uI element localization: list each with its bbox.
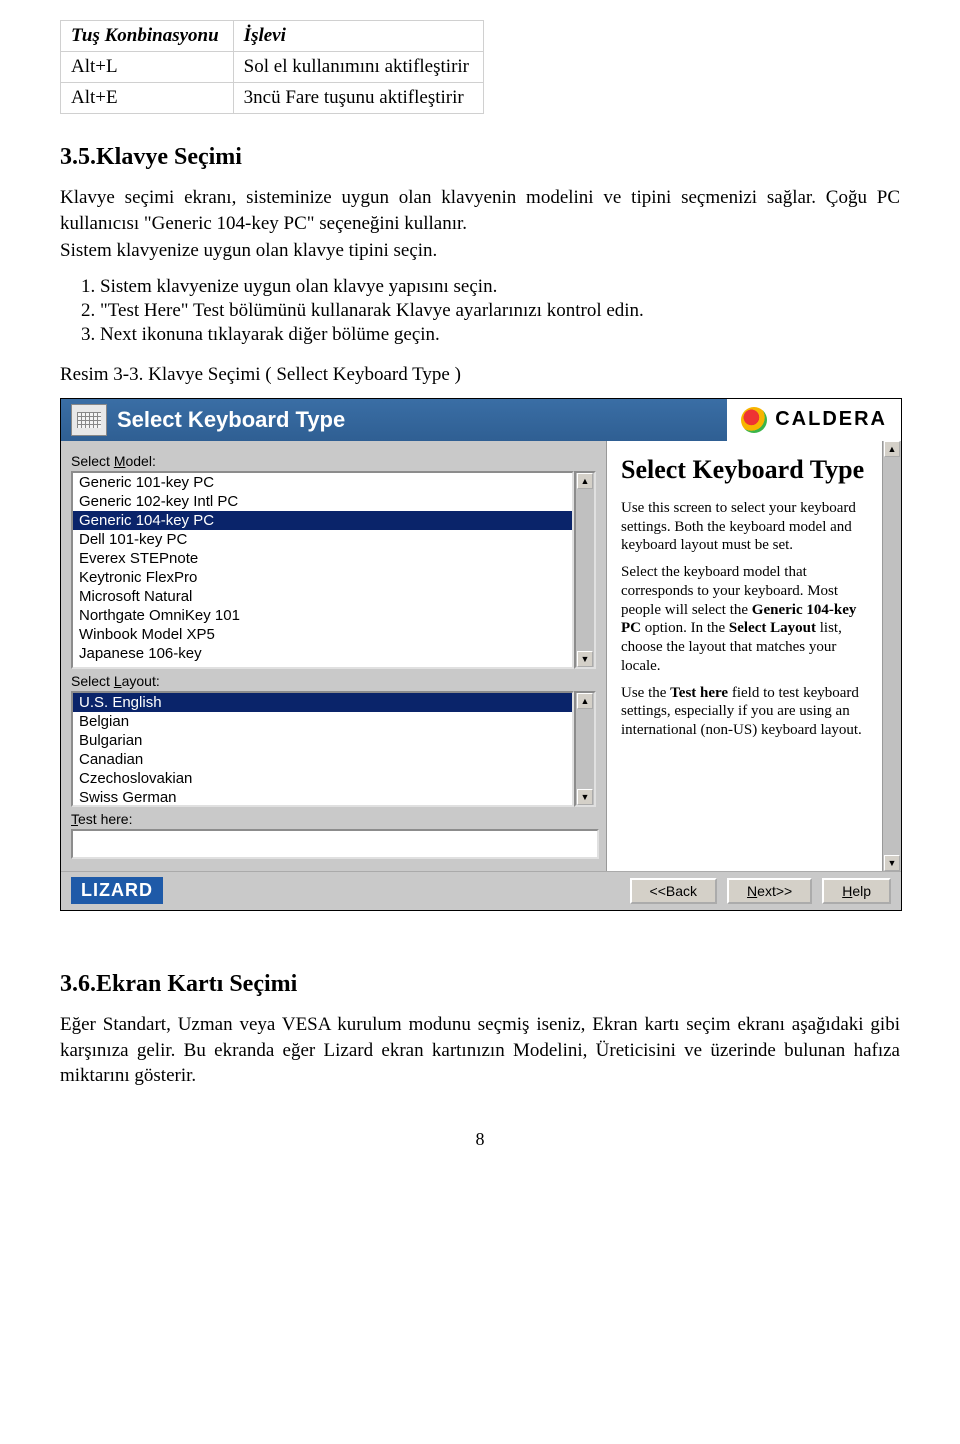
list-item[interactable]: Bulgarian [73,731,572,750]
help-title: Select Keyboard Type [621,455,871,485]
back-button[interactable]: <<Back [630,878,717,904]
scroll-down-icon[interactable]: ▼ [577,651,593,667]
list-item[interactable]: Microsoft Natural [73,587,572,606]
cell-combo: Alt+E [61,83,234,114]
page-number: 8 [60,1129,900,1150]
figure-caption: Resim 3-3. Klavye Seçimi ( Sellect Keybo… [60,364,900,386]
list-item[interactable]: Northgate OmniKey 101 [73,606,572,625]
help-frag: Use the [621,685,670,701]
logo-text: CALDERA [775,408,887,431]
screenshot-select-keyboard: Select Keyboard Type CALDERA Select Mode… [60,398,902,911]
lbl-frag: odel: [125,453,155,469]
cell-func: Sol el kullanımını aktifleştirir [233,52,483,83]
model-listbox[interactable]: Generic 101-key PC Generic 102-key Intl … [71,471,574,669]
list-item[interactable]: Japanese 106-key [73,644,572,663]
scroll-down-icon[interactable]: ▼ [577,789,593,805]
lbl-frag: ayout: [122,673,160,689]
list-item[interactable]: Keytronic FlexPro [73,568,572,587]
help-paragraph: Use the Test here field to test keyboard… [621,684,871,740]
steps-list: Sistem klavyenize uygun olan klavye yapı… [100,276,900,346]
lbl-frag: Select [71,453,114,469]
list-item[interactable]: Everex STEPnote [73,549,572,568]
para-keyboard-intro: Klavye seçimi ekranı, sisteminize uygun … [60,185,900,236]
next-button[interactable]: Next>> [727,878,812,904]
list-item-selected[interactable]: Generic 104-key PC [73,511,572,530]
btn-frag: ext>> [757,883,792,899]
list-item[interactable]: Winbook Model XP5 [73,625,572,644]
list-item[interactable]: Swiss German [73,788,572,807]
list-item: "Test Here" Test bölümünü kullanarak Kla… [100,300,900,322]
list-item[interactable]: Canadian [73,750,572,769]
keyboard-icon [71,404,107,436]
list-item: Sistem klavyenize uygun olan klavye yapı… [100,276,900,298]
list-item[interactable]: Czechoslovakian [73,769,572,788]
list-item[interactable]: Belgian [73,712,572,731]
list-item-selected[interactable]: U.S. English [73,693,572,712]
help-paragraph: Select the keyboard model that correspon… [621,563,871,676]
lbl-frag: T [71,811,78,827]
scrollbar[interactable]: ▲ ▼ [574,691,596,807]
help-frag: Test here [670,685,728,701]
document-page: Tuş Konbinasyonu İşlevi Alt+L Sol el kul… [0,0,960,1190]
shortcut-table: Tuş Konbinasyonu İşlevi Alt+L Sol el kul… [60,20,484,114]
help-frag: option. In the [641,620,729,636]
scroll-up-icon[interactable]: ▲ [577,473,593,489]
window-footer: LIZARD <<Back Next>> Help [61,871,901,910]
lbl-frag: M [114,453,126,469]
list-item[interactable]: Dell 101-key PC [73,530,572,549]
caldera-logo: CALDERA [727,399,901,441]
scroll-up-icon[interactable]: ▲ [577,693,593,709]
label-select-model: Select Model: [71,453,596,469]
table-row: Alt+L Sol el kullanımını aktifleştirir [61,52,484,83]
th-combo: Tuş Konbinasyonu [61,21,234,52]
cell-combo: Alt+L [61,52,234,83]
cell-func: 3ncü Fare tuşunu aktifleştirir [233,83,483,114]
table-row: Alt+E 3ncü Fare tuşunu aktifleştirir [61,83,484,114]
left-pane: Select Model: Generic 101-key PC Generic… [61,441,606,871]
lbl-frag: est here: [78,811,132,827]
btn-frag: elp [852,883,871,899]
list-item[interactable]: Generic 102-key Intl PC [73,492,572,511]
scrollbar[interactable]: ▲ ▼ [882,441,901,871]
lbl-frag: Select [71,673,114,689]
btn-frag: H [842,883,852,899]
list-item: Next ikonuna tıklayarak diğer bölüme geç… [100,324,900,346]
help-paragraph: Use this screen to select your keyboard … [621,499,871,555]
lizard-logo: LIZARD [71,877,163,904]
scroll-down-icon[interactable]: ▼ [884,855,900,871]
label-select-layout: Select Layout: [71,673,596,689]
scrollbar[interactable]: ▲ ▼ [574,471,596,669]
help-pane: ▲ ▼ Select Keyboard Type Use this screen… [606,441,901,871]
window-titlebar: Select Keyboard Type CALDERA [61,399,901,441]
label-test-here: Test here: [71,811,596,827]
list-item[interactable]: Generic 101-key PC [73,473,572,492]
caldera-swirl-icon [741,407,767,433]
section-heading-keyboard: 3.5.Klavye Seçimi [60,144,900,171]
test-here-input[interactable] [71,829,599,859]
layout-listbox[interactable]: U.S. English Belgian Bulgarian Canadian … [71,691,574,807]
window-title: Select Keyboard Type [117,407,727,433]
help-button[interactable]: Help [822,878,891,904]
help-frag: Select Layout [729,620,816,636]
para-keyboard-intro2: Sistem klavyenize uygun olan klavye tipi… [60,238,900,264]
btn-frag: N [747,883,757,899]
para-videocard: Eğer Standart, Uzman veya VESA kurulum m… [60,1012,900,1089]
section-heading-videocard: 3.6.Ekran Kartı Seçimi [60,971,900,998]
scroll-up-icon[interactable]: ▲ [884,441,900,457]
th-func: İşlevi [233,21,483,52]
lbl-frag: L [114,673,122,689]
